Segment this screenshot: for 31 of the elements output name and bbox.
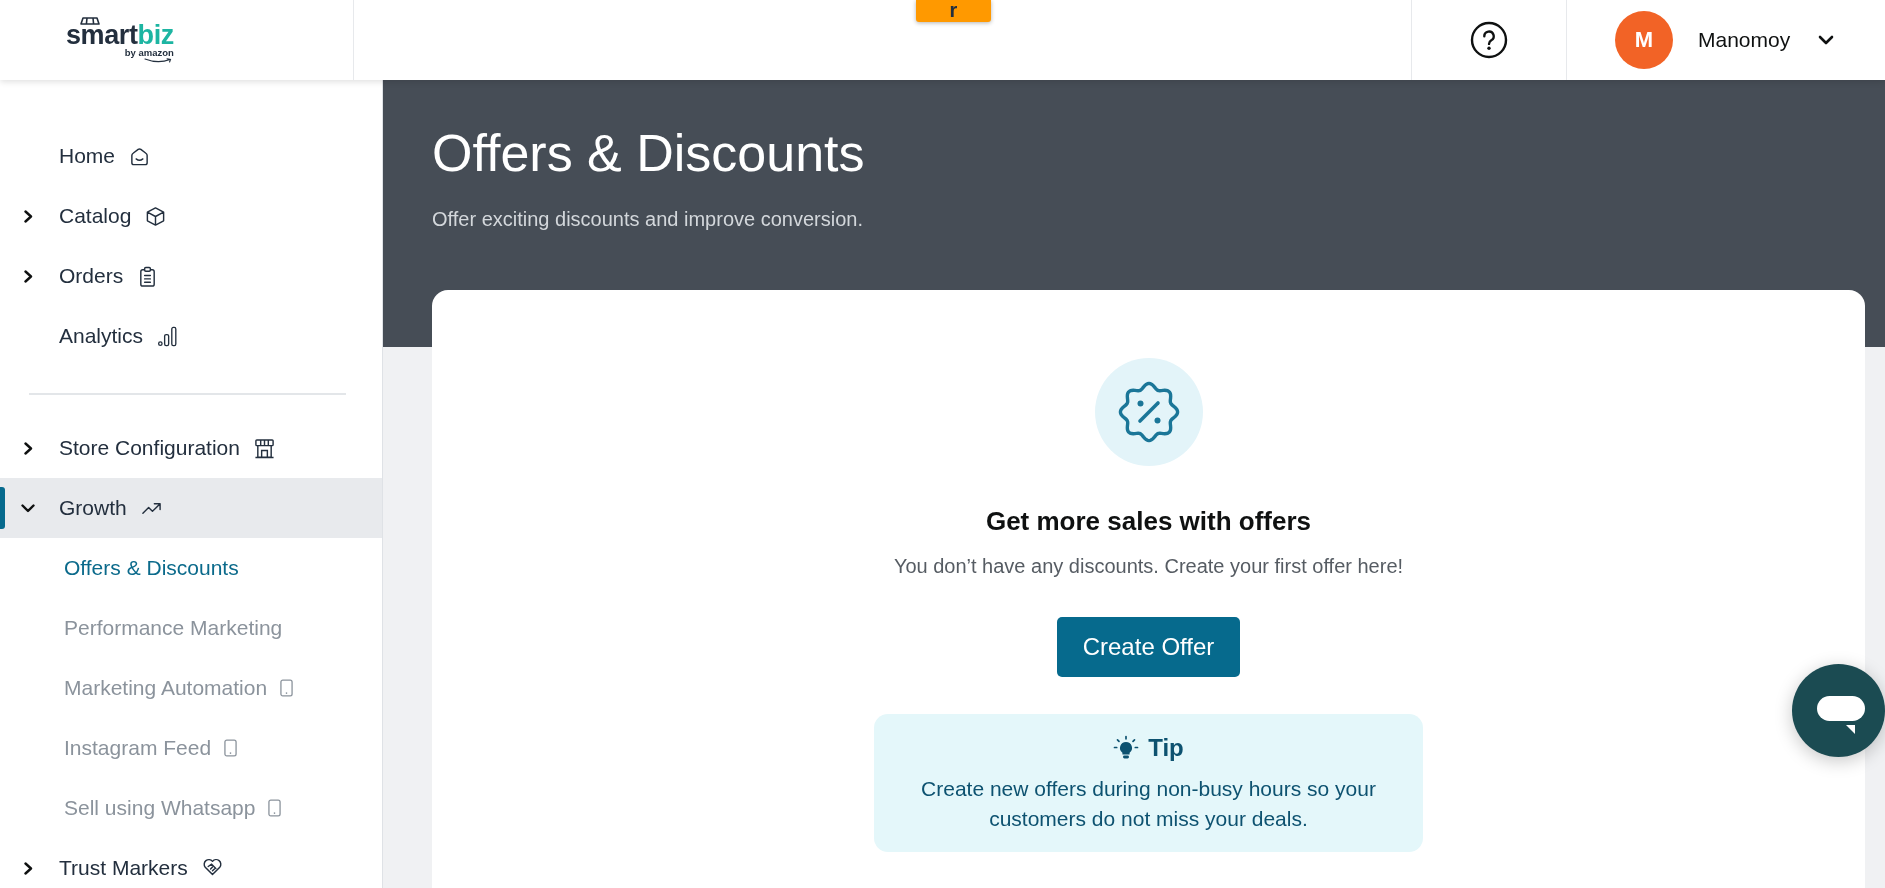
tip-title: Tip [1148,733,1184,763]
nav-subitem[interactable]: Offers & Discounts [0,538,382,598]
page-title: Offers & Discounts [432,123,866,183]
bar-chart-icon [157,325,179,347]
page-subtitle: Offer exciting discounts and improve conversion. [432,207,864,231]
tip-text: Create new offers during non-busy hours so your customers do not miss your deals. [920,776,1377,832]
nav-item[interactable]: Trust Markers [0,838,382,888]
lightbulb-icon [1113,735,1140,761]
awning-icon [79,17,101,25]
empty-state-heading: Get more sales with offers [985,505,1312,537]
speech-bubble-icon [1817,696,1865,734]
smile-icon [143,58,172,63]
logo-wordmark: smartbiz [66,23,174,47]
empty-state-message: You don’t have any discounts. Create your first offer here! [893,554,1404,579]
logo-tagline: by amazon [124,48,174,58]
help-icon[interactable] [1470,21,1508,59]
discount-badge-icon [1094,358,1203,466]
heart-handshake-icon [201,856,223,877]
user-name[interactable]: Manomoy [1698,28,1791,52]
nav-item[interactable]: Catalog [0,186,382,246]
chevron-down-icon[interactable] [1818,35,1835,45]
cube-icon [145,205,167,227]
nav-item[interactable]: Orders [0,246,382,306]
nav-item[interactable]: Store Configuration [0,418,382,478]
create-offer-button[interactable]: Create Offer [1057,617,1240,677]
nav-item[interactable]: Analytics [0,306,382,366]
storefront-icon [253,437,275,459]
floating-tab[interactable]: r [916,0,991,22]
home-icon [129,145,151,167]
nav-item[interactable]: Growth [0,478,382,538]
nav-item[interactable]: Home [0,126,382,186]
